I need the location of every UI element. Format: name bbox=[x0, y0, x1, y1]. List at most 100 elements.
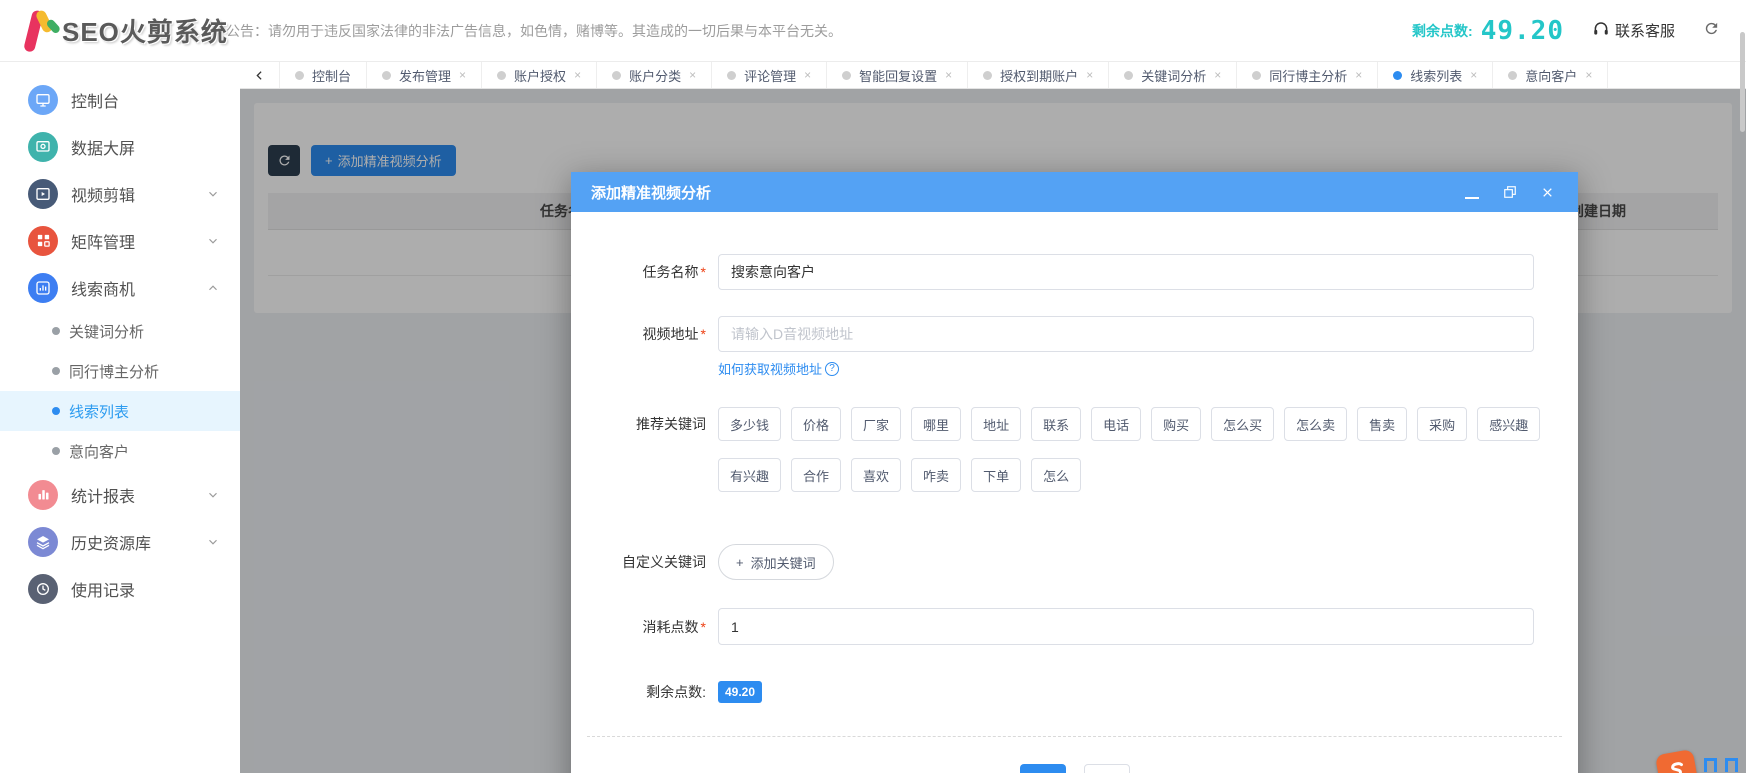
sidebar-subitem-intent-customers[interactable]: 意向客户 bbox=[0, 431, 240, 471]
tab-close-icon[interactable]: × bbox=[1585, 69, 1592, 81]
tab-close-icon[interactable]: × bbox=[1355, 69, 1362, 81]
app-logo: SEO火剪系统 bbox=[0, 6, 226, 56]
keyword-button[interactable]: 售卖 bbox=[1357, 407, 1407, 441]
sidebar-subitem-peer-blogger-analysis[interactable]: 同行博主分析 bbox=[0, 351, 240, 391]
main-content: + 添加精准视频分析 任务名称 创建日期 添加精准视频分析 bbox=[240, 89, 1746, 773]
add-keyword-button[interactable]: + 添加关键词 bbox=[718, 544, 834, 580]
tab-dot-icon bbox=[612, 71, 621, 80]
task-name-input[interactable] bbox=[718, 254, 1534, 290]
keyword-button[interactable]: 电话 bbox=[1091, 407, 1141, 441]
tab-dot-icon bbox=[842, 71, 851, 80]
keyword-button[interactable]: 厂家 bbox=[851, 407, 901, 441]
keyword-button[interactable]: 价格 bbox=[791, 407, 841, 441]
maximize-button[interactable] bbox=[1503, 185, 1517, 199]
tab-dot-icon bbox=[497, 71, 506, 80]
tab-close-icon[interactable]: × bbox=[689, 69, 696, 81]
how-to-get-video-url-link[interactable]: 如何获取视频地址 ? bbox=[718, 359, 839, 378]
minimize-icon bbox=[1465, 197, 1479, 199]
tab-label: 意向客户 bbox=[1525, 66, 1577, 85]
cancel-button[interactable] bbox=[1084, 764, 1130, 773]
keyword-button[interactable]: 怎么 bbox=[1031, 458, 1081, 492]
sidebar-subitem-label: 意向客户 bbox=[69, 441, 129, 462]
cut-off-text-fragment bbox=[1704, 758, 1717, 772]
tab-smart-reply-settings[interactable]: 智能回复设置 × bbox=[827, 62, 968, 88]
keyword-button[interactable]: 哪里 bbox=[911, 407, 961, 441]
app-title: SEO火剪系统 bbox=[62, 12, 228, 49]
tab-label: 同行博主分析 bbox=[1269, 66, 1347, 85]
video-edit-icon bbox=[28, 179, 58, 209]
dialog-header[interactable]: 添加精准视频分析 bbox=[571, 172, 1578, 212]
contact-support-button[interactable]: 联系客服 bbox=[1592, 20, 1675, 42]
tab-label: 线索列表 bbox=[1410, 66, 1462, 85]
sidebar-item-usage-records[interactable]: 使用记录 bbox=[0, 565, 240, 612]
tab-close-icon[interactable]: × bbox=[1086, 69, 1093, 81]
dialog-footer-divider bbox=[587, 736, 1562, 737]
leads-icon bbox=[28, 273, 58, 303]
remaining-points-label: 剩余点数: bbox=[571, 682, 706, 702]
sidebar-item-console[interactable]: 控制台 bbox=[0, 76, 240, 123]
sidebar-subitem-keyword-analysis[interactable]: 关键词分析 bbox=[0, 311, 240, 351]
usage-records-icon bbox=[28, 574, 58, 604]
tab-account-category[interactable]: 账户分类 × bbox=[597, 62, 712, 88]
keyword-button[interactable]: 怎么买 bbox=[1211, 407, 1274, 441]
keyword-button[interactable]: 喜欢 bbox=[851, 458, 901, 492]
tab-account-authorization[interactable]: 账户授权 × bbox=[482, 62, 597, 88]
points-value: 49.20 bbox=[1481, 18, 1564, 44]
tab-close-icon[interactable]: × bbox=[804, 69, 811, 81]
sidebar-item-matrix[interactable]: 矩阵管理 bbox=[0, 217, 240, 264]
task-name-label: 任务名称* bbox=[571, 254, 706, 290]
sidebar-item-reports[interactable]: 统计报表 bbox=[0, 471, 240, 518]
keyword-button[interactable]: 多少钱 bbox=[718, 407, 781, 441]
sidebar-item-data-screen[interactable]: 数据大屏 bbox=[0, 123, 240, 170]
tab-publish-management[interactable]: 发布管理 × bbox=[367, 62, 482, 88]
keyword-button[interactable]: 联系 bbox=[1031, 407, 1081, 441]
tab-close-icon[interactable]: × bbox=[459, 69, 466, 81]
sidebar-item-label: 统计报表 bbox=[71, 483, 206, 507]
tab-intent-customers[interactable]: 意向客户 × bbox=[1493, 62, 1608, 88]
keyword-button[interactable]: 怎么卖 bbox=[1284, 407, 1347, 441]
sidebar-item-video-edit[interactable]: 视频剪辑 bbox=[0, 170, 240, 217]
sidebar-subitem-leads-list[interactable]: 线索列表 bbox=[0, 391, 240, 431]
confirm-button[interactable] bbox=[1020, 764, 1066, 773]
custom-keywords-row: 自定义关键词 + 添加关键词 bbox=[571, 544, 1534, 580]
recommend-keywords-row: 推荐关键词 多少钱 价格 厂家 哪里 地址 联系 电话 购买 怎么买 怎 bbox=[571, 407, 1534, 492]
keyword-button[interactable]: 采购 bbox=[1417, 407, 1467, 441]
sidebar-item-label: 线索商机 bbox=[71, 276, 206, 300]
customer-service-widget[interactable] bbox=[1658, 752, 1738, 773]
tab-peer-blogger-analysis[interactable]: 同行博主分析 × bbox=[1237, 62, 1378, 88]
tab-keyword-analysis[interactable]: 关键词分析 × bbox=[1109, 62, 1237, 88]
remaining-points-badge: 49.20 bbox=[718, 681, 762, 703]
tab-close-icon[interactable]: × bbox=[574, 69, 581, 81]
sidebar-subitem-label: 关键词分析 bbox=[69, 321, 144, 342]
tab-dot-icon bbox=[727, 71, 736, 80]
close-dialog-button[interactable] bbox=[1541, 185, 1554, 199]
tab-close-icon[interactable]: × bbox=[1470, 69, 1477, 81]
keyword-button[interactable]: 感兴趣 bbox=[1477, 407, 1540, 441]
keyword-button[interactable]: 下单 bbox=[971, 458, 1021, 492]
keyword-button[interactable]: 购买 bbox=[1151, 407, 1201, 441]
tab-close-icon[interactable]: × bbox=[1214, 69, 1221, 81]
tab-leads-list[interactable]: 线索列表 × bbox=[1378, 62, 1493, 88]
keyword-button[interactable]: 有兴趣 bbox=[718, 458, 781, 492]
tab-dot-icon bbox=[1124, 71, 1133, 80]
chevron-down-icon bbox=[206, 488, 220, 502]
keyword-button[interactable]: 咋卖 bbox=[911, 458, 961, 492]
video-url-row: 视频地址* 如何获取视频地址 ? bbox=[571, 316, 1534, 379]
consume-points-input[interactable] bbox=[718, 608, 1534, 645]
tab-console[interactable]: 控制台 bbox=[280, 62, 367, 88]
keyword-button[interactable]: 地址 bbox=[971, 407, 1021, 441]
tab-comment-management[interactable]: 评论管理 × bbox=[712, 62, 827, 88]
minimize-button[interactable] bbox=[1465, 185, 1479, 199]
sidebar-item-history-library[interactable]: 历史资源库 bbox=[0, 518, 240, 565]
tab-expired-accounts[interactable]: 授权到期账户 × bbox=[968, 62, 1109, 88]
tabs-scroll-left-button[interactable] bbox=[240, 62, 280, 88]
sidebar-item-label: 矩阵管理 bbox=[71, 229, 206, 253]
tab-label: 智能回复设置 bbox=[859, 66, 937, 85]
consume-points-row: 消耗点数* bbox=[571, 608, 1534, 645]
page-refresh-button[interactable] bbox=[1703, 20, 1720, 42]
vertical-scrollbar[interactable] bbox=[1740, 32, 1745, 132]
video-url-input[interactable] bbox=[718, 316, 1534, 352]
keyword-button[interactable]: 合作 bbox=[791, 458, 841, 492]
sidebar-item-leads[interactable]: 线索商机 bbox=[0, 264, 240, 311]
tab-close-icon[interactable]: × bbox=[945, 69, 952, 81]
